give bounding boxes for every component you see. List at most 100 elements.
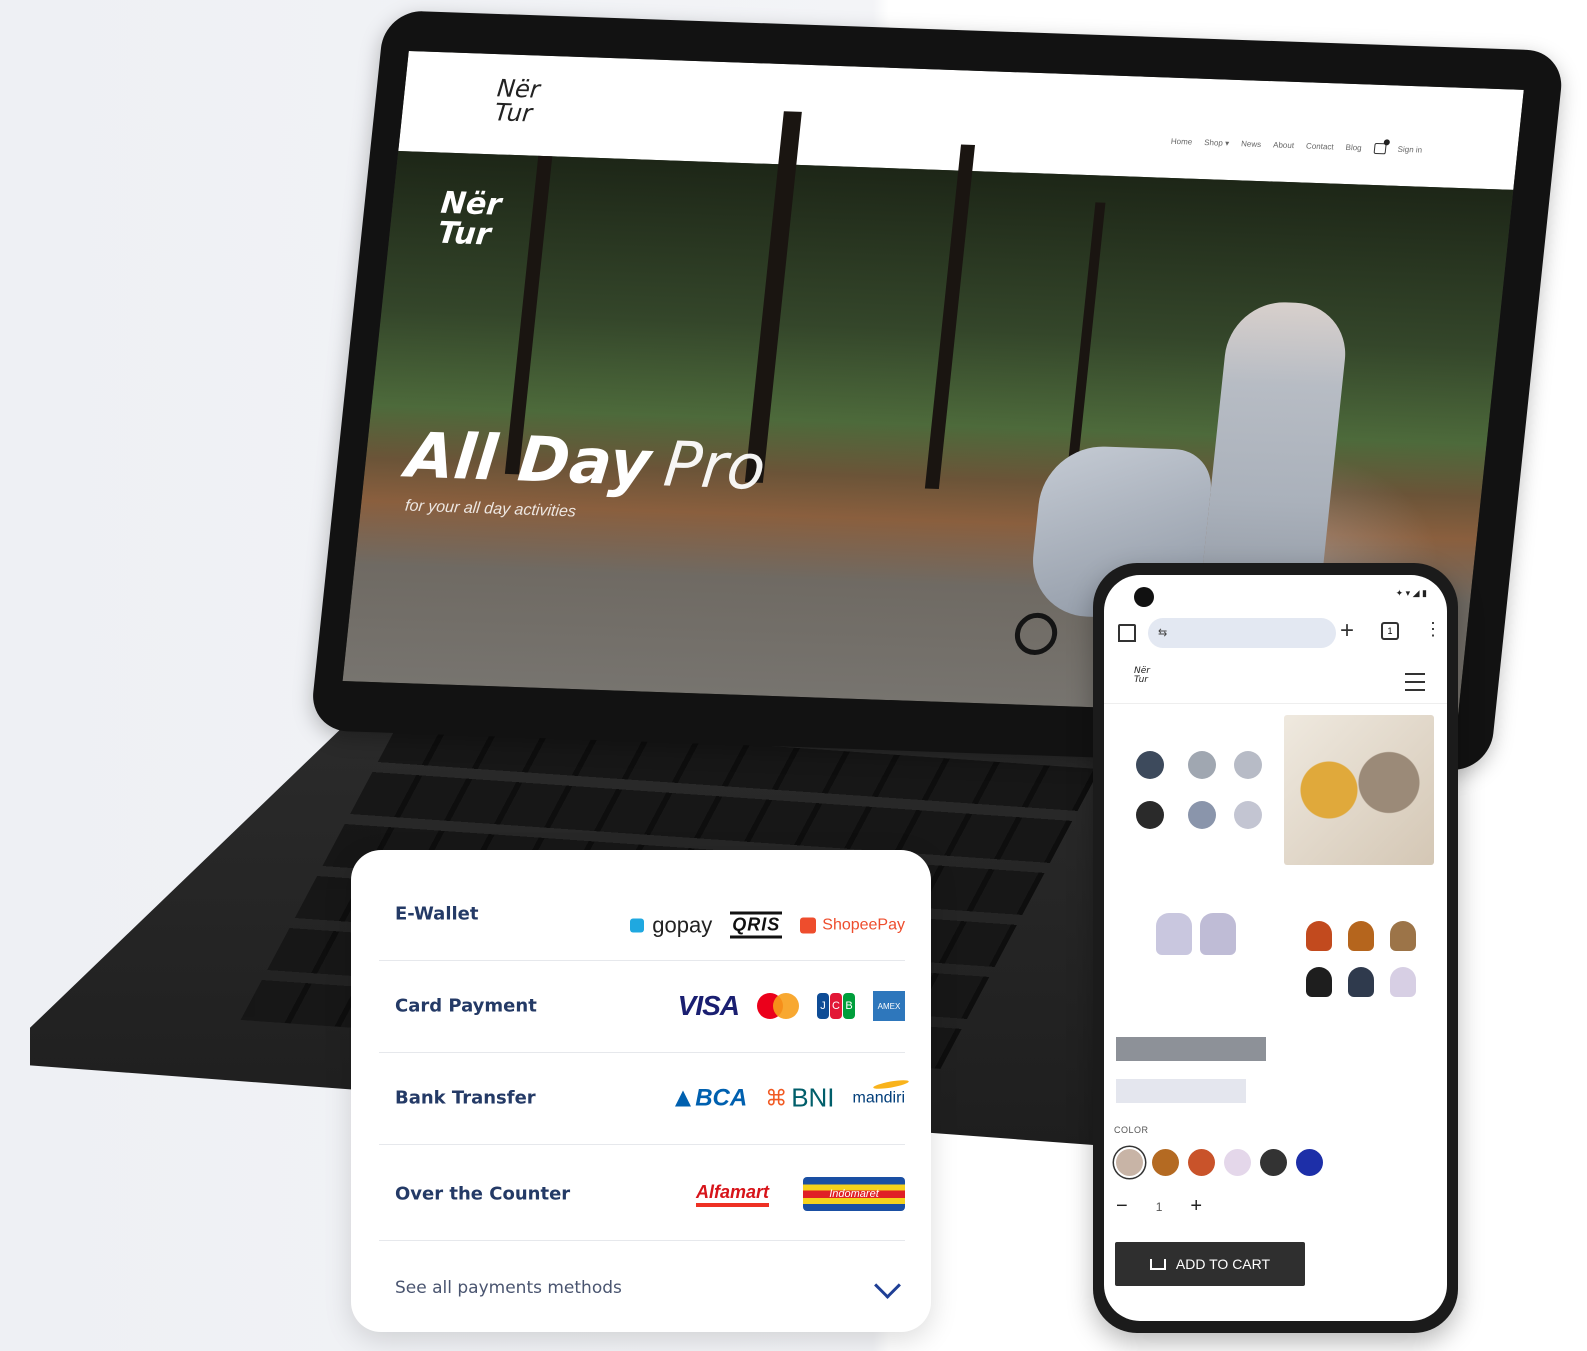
phone-frame: ✦ ▾ ◢ ▮ ⇆ + 1 ⋮ Nër Tur COLOR − 1 + ADD … xyxy=(1093,563,1458,1333)
product-thumbnail[interactable] xyxy=(1188,751,1216,779)
site-nav: Home Shop ▾ News About Contact Blog Sign… xyxy=(1170,136,1422,156)
chevron-down-icon[interactable] xyxy=(874,1272,901,1299)
add-to-cart-label: ADD TO CART xyxy=(1175,1256,1271,1272)
color-swatch[interactable] xyxy=(1260,1149,1287,1176)
product-bag-image[interactable] xyxy=(1156,913,1192,955)
bni-logo: ⌘ BNI xyxy=(765,1083,834,1114)
product-bag-image[interactable] xyxy=(1200,913,1236,955)
qris-logo: QRIS xyxy=(730,911,783,939)
decrease-quantity-button[interactable]: − xyxy=(1116,1195,1128,1218)
bni-mark-icon: ⌘ xyxy=(765,1085,788,1110)
color-swatch[interactable] xyxy=(1224,1149,1251,1176)
color-swatch[interactable] xyxy=(1188,1149,1215,1176)
card-logos: VISA JCB AMEX xyxy=(678,990,905,1022)
indomaret-logo: Indomaret xyxy=(803,1177,905,1211)
cart-icon[interactable] xyxy=(1373,142,1387,155)
product-bag-image[interactable] xyxy=(1390,921,1416,951)
add-to-cart-button[interactable]: ADD TO CART xyxy=(1115,1242,1305,1286)
phone-site-header: Nër Tur xyxy=(1104,655,1447,704)
amex-logo: AMEX xyxy=(873,991,905,1021)
alfamart-logo: Alfamart xyxy=(695,1182,769,1207)
product-bag-image[interactable] xyxy=(1348,921,1374,951)
browser-toolbar: ⇆ + 1 ⋮ xyxy=(1104,613,1447,653)
site-settings-icon[interactable]: ⇆ xyxy=(1158,627,1167,639)
status-icons: ✦ ▾ ◢ ▮ xyxy=(1395,588,1427,598)
payment-methods-card: E-Wallet gopay QRIS ShopeePay Card Payme… xyxy=(351,850,931,1332)
hero-logo-line2: Tur xyxy=(435,215,493,253)
payment-row-bank: Bank Transfer BCA ⌘ BNI mandiri xyxy=(379,1052,905,1145)
product-title-placeholder xyxy=(1116,1037,1266,1061)
bank-logos: BCA ⌘ BNI mandiri xyxy=(675,1083,905,1114)
nav-news[interactable]: News xyxy=(1241,139,1262,149)
bca-mark-icon xyxy=(675,1090,692,1106)
shopeepay-logo: ShopeePay xyxy=(800,916,905,934)
product-thumbnail[interactable] xyxy=(1234,751,1262,779)
nav-sign-in[interactable]: Sign in xyxy=(1397,145,1422,155)
jcb-logo: JCB xyxy=(817,993,855,1019)
product-bag-image[interactable] xyxy=(1306,967,1332,997)
hero-logo: Nër Tur xyxy=(435,186,503,253)
cart-icon xyxy=(1149,1258,1166,1270)
color-swatch[interactable] xyxy=(1296,1149,1323,1176)
phone-logo-line2: Tur xyxy=(1134,675,1148,685)
home-icon[interactable] xyxy=(1118,624,1136,642)
tree xyxy=(744,111,802,483)
product-bag-image[interactable] xyxy=(1390,967,1416,997)
gopay-icon xyxy=(630,918,645,933)
tree xyxy=(924,144,976,490)
camera-cutout xyxy=(1134,587,1154,607)
bni-text: BNI xyxy=(791,1082,835,1113)
tab-switcher-button[interactable]: 1 xyxy=(1381,622,1399,640)
payment-label: Over the Counter xyxy=(395,1183,571,1205)
site-logo[interactable]: Nër Tur xyxy=(493,74,541,128)
color-options xyxy=(1116,1149,1323,1176)
more-menu-icon[interactable]: ⋮ xyxy=(1424,619,1442,640)
payment-label: Bank Transfer xyxy=(395,1087,536,1109)
nav-contact[interactable]: Contact xyxy=(1306,142,1335,152)
payment-row-card: Card Payment VISA JCB AMEX xyxy=(379,960,905,1053)
new-tab-icon[interactable]: + xyxy=(1340,617,1354,645)
phone-screen: ✦ ▾ ◢ ▮ ⇆ + 1 ⋮ Nër Tur COLOR − 1 + ADD … xyxy=(1104,575,1447,1321)
payment-row-ewallet: E-Wallet gopay QRIS ShopeePay xyxy=(379,868,905,961)
jcb-stripe: C xyxy=(830,993,842,1019)
mandiri-logo: mandiri xyxy=(852,1089,905,1106)
product-thumbnail[interactable] xyxy=(1136,801,1164,829)
color-swatch[interactable] xyxy=(1116,1149,1143,1176)
hero-subtitle: for your all day activities xyxy=(404,497,577,521)
see-all-payments-link[interactable]: See all payments methods xyxy=(395,1278,622,1298)
product-price-placeholder xyxy=(1116,1079,1246,1103)
shopee-bag-icon xyxy=(800,917,817,934)
payment-row-otc: Over the Counter Alfamart Indomaret xyxy=(379,1148,905,1241)
product-gallery xyxy=(1116,715,1436,1035)
jcb-stripe: B xyxy=(843,993,855,1019)
nav-blog[interactable]: Blog xyxy=(1345,143,1362,153)
nav-about[interactable]: About xyxy=(1273,140,1295,150)
product-thumbnail[interactable] xyxy=(1136,751,1164,779)
site-logo-line2: Tur xyxy=(493,98,534,128)
payment-label: E-Wallet xyxy=(395,903,479,925)
mastercard-logo xyxy=(757,993,799,1019)
color-swatch[interactable] xyxy=(1152,1149,1179,1176)
product-thumbnail[interactable] xyxy=(1234,801,1262,829)
nav-shop[interactable]: Shop ▾ xyxy=(1204,138,1230,148)
product-bag-image[interactable] xyxy=(1348,967,1374,997)
quantity-value[interactable]: 1 xyxy=(1156,1200,1163,1214)
gopay-text: gopay xyxy=(652,912,713,938)
hero-title: All Day Pro xyxy=(403,418,769,504)
otc-logos: Alfamart Indomaret xyxy=(695,1177,905,1211)
mastercard-circle xyxy=(773,993,799,1019)
product-thumbnail[interactable] xyxy=(1188,801,1216,829)
phone-status-bar: ✦ ▾ ◢ ▮ xyxy=(1104,575,1447,607)
increase-quantity-button[interactable]: + xyxy=(1190,1195,1202,1218)
address-bar[interactable]: ⇆ xyxy=(1148,618,1336,648)
ewallet-logos: gopay QRIS ShopeePay xyxy=(630,911,905,939)
product-bag-image[interactable] xyxy=(1306,921,1332,951)
hamburger-menu-icon[interactable] xyxy=(1405,673,1425,691)
bca-logo: BCA xyxy=(675,1084,747,1112)
nav-home[interactable]: Home xyxy=(1170,137,1192,147)
product-lifestyle-photo[interactable] xyxy=(1284,715,1434,865)
bca-text: BCA xyxy=(695,1084,748,1111)
payment-label: Card Payment xyxy=(395,995,537,1017)
phone-site-logo[interactable]: Nër Tur xyxy=(1134,667,1150,685)
stroller-wheel xyxy=(1012,612,1060,656)
